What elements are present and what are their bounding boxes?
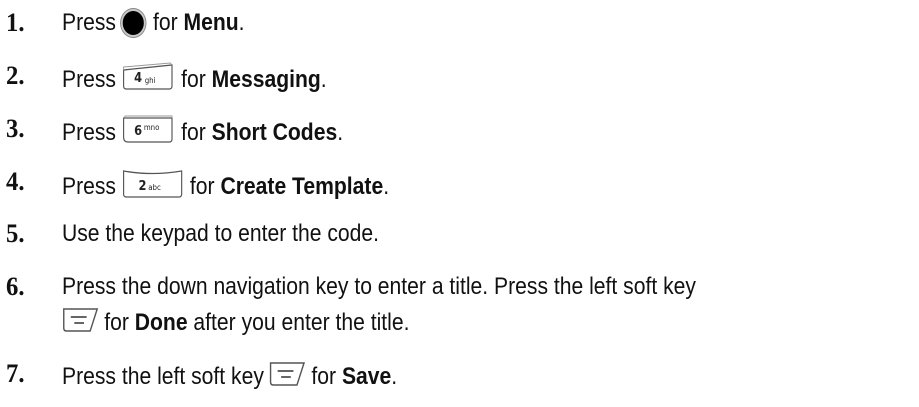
- svg-text:abc: abc: [149, 183, 162, 193]
- step-3: 3. Press 6 mno for Short Codes.: [0, 110, 919, 150]
- step-1: 1. Press for Menu.: [0, 4, 919, 44]
- 4-ghi-key-icon: 4 ghi: [121, 62, 176, 99]
- create-template-label: Create Template: [220, 172, 384, 200]
- svg-text:mno: mno: [144, 123, 160, 133]
- left-soft-key-icon: [62, 306, 99, 341]
- svg-text:2: 2: [139, 178, 147, 193]
- step-number: 6.: [6, 272, 25, 301]
- menu-label: Menu: [183, 9, 239, 36]
- step-text: Press 4 ghi for Messaging.: [62, 62, 327, 99]
- short-codes-label: Short Codes: [211, 118, 338, 146]
- step-text: Press the left soft key for Save.: [62, 360, 397, 395]
- step-text-line-1: Press the down navigation key to enter a…: [62, 273, 696, 300]
- step-number: 3.: [6, 114, 25, 143]
- svg-text:ghi: ghi: [145, 76, 156, 86]
- step-2: 2. Press 4 ghi for Messaging.: [0, 57, 919, 97]
- step-number: 5.: [6, 219, 25, 248]
- step-number: 4.: [6, 167, 25, 196]
- step-6: 6. Press the down navigation key to ente…: [0, 270, 919, 350]
- step-7: 7. Press the left soft key for Save.: [0, 357, 919, 397]
- step-text: Press 2 abc for Create Template.: [62, 168, 389, 207]
- svg-text:6: 6: [134, 123, 142, 138]
- svg-text:4: 4: [134, 70, 142, 85]
- step-number: 1.: [6, 8, 25, 37]
- step-text-line-2: for Done after you enter the title.: [62, 306, 409, 341]
- step-text: Use the keypad to enter the code.: [62, 220, 380, 247]
- left-soft-key-icon: [269, 360, 306, 395]
- center-select-key-icon: [121, 8, 146, 37]
- save-label: Save: [341, 362, 392, 390]
- done-label: Done: [134, 308, 188, 336]
- step-number: 7.: [6, 359, 25, 388]
- 6-mno-key-icon: 6 mno: [121, 115, 176, 152]
- messaging-label: Messaging: [211, 65, 321, 93]
- 2-abc-key-icon: 2 abc: [121, 168, 184, 207]
- step-number: 2.: [6, 61, 25, 90]
- step-text: Press 6 mno for Short Codes.: [62, 115, 343, 152]
- step-5: 5. Use the keypad to enter the code.: [0, 217, 919, 257]
- step-text: Press for Menu.: [62, 8, 245, 37]
- step-4: 4. Press 2 abc for Create Template.: [0, 163, 919, 203]
